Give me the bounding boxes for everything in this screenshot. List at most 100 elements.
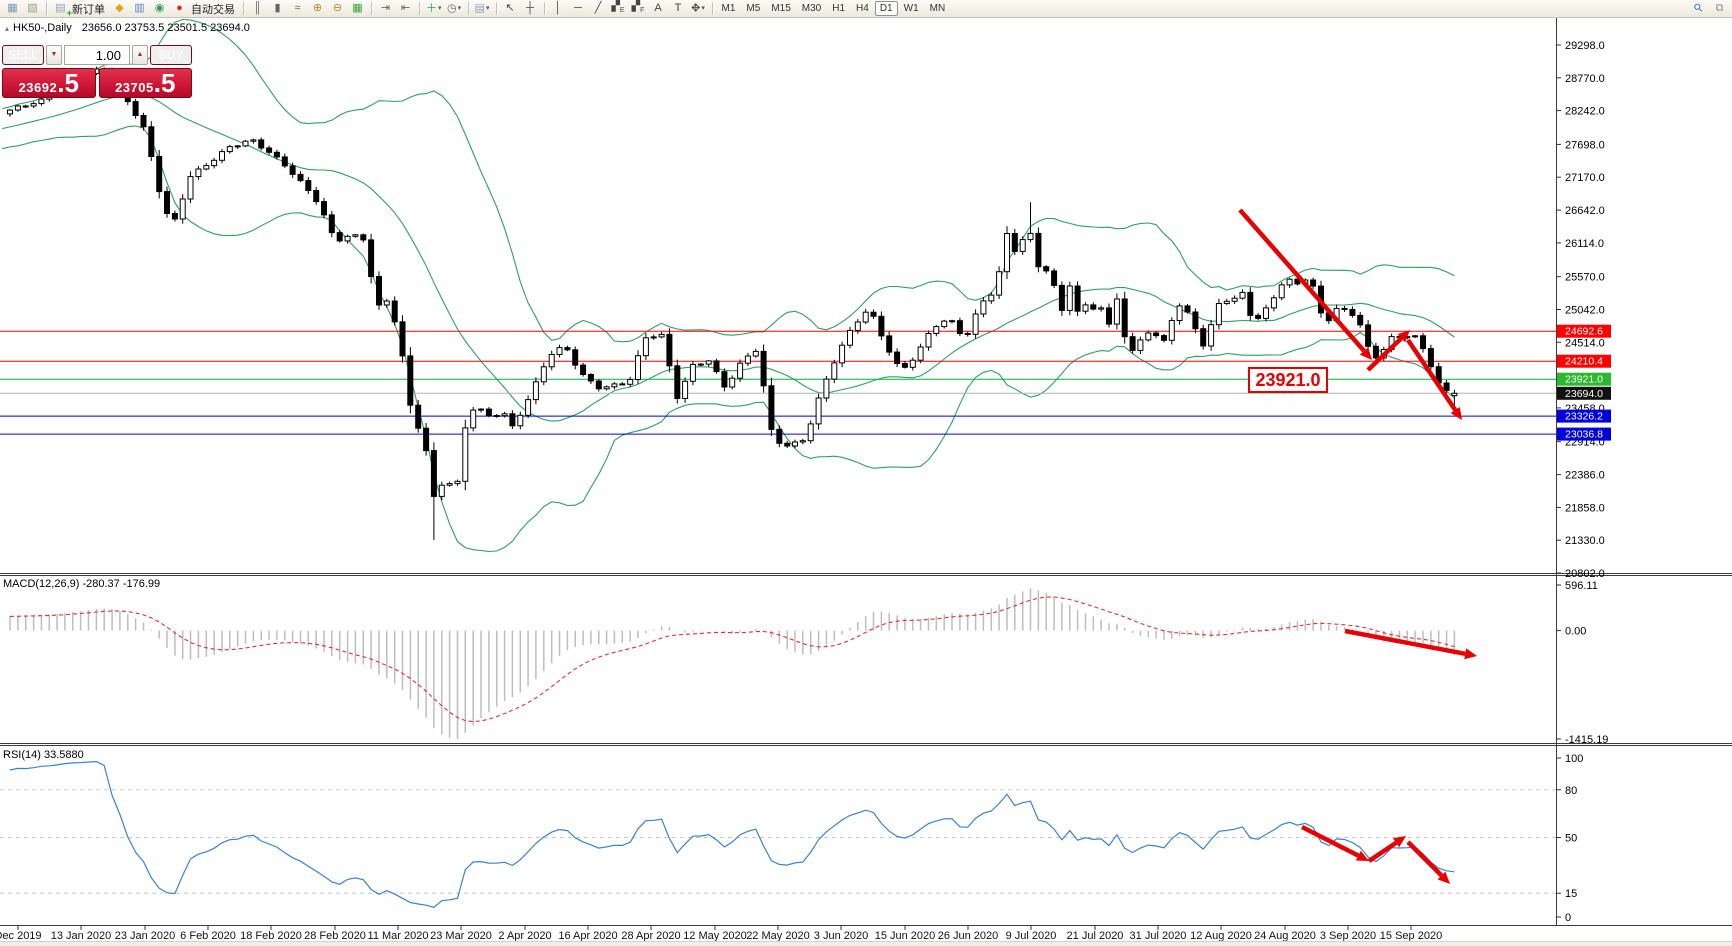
timeframe-button-h1[interactable]: H1 (827, 1, 850, 16)
buy-price-main: 23705 (115, 80, 154, 95)
cursor-icon[interactable]: ↖ (501, 1, 520, 16)
timeframe-button-mn[interactable]: MN (925, 1, 951, 16)
bar-chart-icon[interactable]: ║ (248, 1, 267, 16)
vertical-line-icon[interactable]: │ (549, 1, 568, 16)
svg-text:100: 100 (1565, 753, 1583, 765)
candles (7, 66, 1458, 540)
indicators-add-icon[interactable]: ＋▾ (424, 1, 444, 16)
autotrading-icon[interactable]: ● (170, 1, 189, 16)
price-tag-23921.0: 23921.0 (1557, 372, 1611, 386)
macd-signal-line (9, 596, 1455, 723)
fibonacci-icon[interactable]: ▞F (629, 0, 648, 18)
text-label-icon[interactable]: T (669, 1, 688, 16)
buy-price-pips: .5 (153, 68, 176, 98)
volume-up-button[interactable]: ▲ (132, 45, 148, 65)
timeframe-button-h4[interactable]: H4 (851, 1, 874, 16)
new-order-icon[interactable]: ▤ + (51, 1, 72, 18)
timeframe-button-m15[interactable]: M15 (766, 1, 795, 16)
navigator-icon[interactable]: ◉ (150, 1, 169, 16)
buy-button[interactable]: BUY (150, 45, 192, 65)
svg-text:31 Jul 2020: 31 Jul 2020 (1130, 930, 1187, 942)
date-axis[interactable]: Dec 2019 13 Jan 202023 Jan 2020 6 Feb 2020… (0, 926, 1442, 942)
one-click-trading-panel: SELL ▼ ▲ BUY 23692.5 23705.5 (2, 45, 192, 98)
auto-scroll-icon[interactable]: ⇥ (376, 1, 395, 16)
support-level-callout[interactable]: 23921.0 (1248, 367, 1328, 393)
timeframe-button-d1[interactable]: D1 (874, 1, 898, 16)
periods-icon[interactable]: ◷▾ (445, 1, 464, 16)
svg-text:23 Mar 2020: 23 Mar 2020 (430, 930, 492, 942)
trend-arrows-rsi[interactable] (1300, 824, 1450, 884)
svg-text:22 May 2020: 22 May 2020 (746, 930, 810, 942)
svg-text:596.11: 596.11 (1565, 580, 1598, 592)
equidistant-channel-icon[interactable]: ▞E (609, 0, 628, 18)
svg-text:16 Apr 2020: 16 Apr 2020 (558, 930, 617, 942)
chart-canvas[interactable]: 29298.0 28770.0 28242.0 27698.0 27170.0 26642… (0, 0, 1732, 946)
volume-down-button[interactable]: ▼ (46, 45, 62, 65)
zoom-out-icon[interactable]: ⊖ (328, 1, 347, 16)
svg-text:24 Aug 2020: 24 Aug 2020 (1254, 930, 1316, 942)
svg-text:9 Jul 2020: 9 Jul 2020 (1006, 930, 1057, 942)
sell-price-display[interactable]: 23692.5 (2, 68, 96, 98)
timeframe-button-m1[interactable]: M1 (717, 1, 741, 16)
timeframe-button-m30[interactable]: M30 (797, 1, 826, 16)
line-chart-icon[interactable]: ≈ (288, 1, 307, 16)
tile-windows-icon[interactable]: ▦ (348, 1, 367, 16)
autotrading-icon-label[interactable]: 自动交易 (191, 1, 235, 17)
toolbar-separator (543, 2, 545, 15)
toolbar-separator (419, 2, 420, 15)
chart-marker-icon: ▴ (5, 24, 10, 33)
macd-indicator-label: MACD(12,26,9) -280.37 -176.99 (3, 578, 161, 590)
chart-shift-icon[interactable]: ⇤ (396, 1, 415, 16)
buy-price-display[interactable]: 23705.5 (98, 68, 192, 98)
svg-text:21858.0: 21858.0 (1565, 502, 1605, 514)
quotes-icon[interactable]: ◆ (110, 1, 129, 16)
bollinger-upper-band (2, 18, 1455, 343)
toolbar-separator (467, 2, 469, 15)
svg-text:27698.0: 27698.0 (1565, 139, 1605, 151)
timeframe-button-w1[interactable]: W1 (899, 1, 924, 16)
text-icon[interactable]: A (649, 1, 668, 16)
svg-text:0: 0 (1565, 912, 1571, 924)
trendline-icon[interactable]: ╱ (589, 1, 608, 16)
symbol-period-label: HK50-,Daily (13, 22, 72, 34)
svg-text:23921.0: 23921.0 (1565, 374, 1603, 386)
sell-button[interactable]: SELL (2, 45, 44, 65)
timeframe-button-m5[interactable]: M5 (741, 1, 765, 16)
volume-input[interactable] (64, 45, 130, 65)
search-icon[interactable]: ⚲ (1690, 1, 1709, 16)
price-tag-23036.8: 23036.8 (1557, 427, 1611, 441)
bollinger-middle-band (2, 94, 1455, 422)
svg-text:18 Feb 2020: 18 Feb 2020 (240, 930, 302, 942)
svg-text:80: 80 (1565, 785, 1577, 797)
macd-pane (9, 588, 1456, 739)
rsi-indicator-label: RSI(14) 33.5880 (3, 749, 84, 761)
svg-text:26114.0: 26114.0 (1565, 238, 1604, 250)
trend-arrow-macd[interactable] (1344, 628, 1477, 660)
svg-text:29298.0: 29298.0 (1565, 40, 1605, 52)
svg-text:24210.4: 24210.4 (1565, 356, 1603, 368)
chat-icon[interactable]: ⧉ (1710, 1, 1729, 16)
templates-icon[interactable]: ▤▾ (473, 1, 492, 16)
svg-text:27170.0: 27170.0 (1565, 172, 1605, 184)
chart-window-icon[interactable]: ▦ (3, 1, 22, 16)
svg-text:12 May 2020: 12 May 2020 (683, 930, 747, 942)
arrows-icon[interactable]: ✥▾ (689, 1, 708, 16)
pane-separators[interactable] (0, 17, 1732, 926)
chart-title: ▴ HK50-,Daily 23656.0 23753.5 23501.5 2369… (5, 22, 250, 34)
indicator-list-icon[interactable]: ▧ (23, 1, 42, 16)
new-order-icon-label[interactable]: 新订单 (72, 1, 105, 17)
svg-text:23326.2: 23326.2 (1565, 411, 1603, 423)
candlestick-chart-icon[interactable]: ▮ (268, 1, 287, 16)
price-axis: 29298.0 28770.0 28242.0 27698.0 27170.0 26642… (1556, 40, 1605, 580)
market-watch-icon[interactable]: ▥ (130, 1, 149, 16)
svg-text:28770.0: 28770.0 (1565, 73, 1605, 85)
toolbar-separator (711, 2, 713, 15)
svg-text:28 Apr 2020: 28 Apr 2020 (621, 930, 680, 942)
horizontal-line-icon[interactable]: ─ (569, 1, 588, 16)
zoom-in-icon[interactable]: ⊕ (308, 1, 327, 16)
price-tag-24692.6: 24692.6 (1557, 324, 1611, 338)
main-toolbar: ▦ ▧ ▤ + 新订单 ◆ ▥ ◉ ● 自动交易 ║ ▮ ≈ ⊕ ⊖ ▦ ⇥ ⇤ ＋▾ ◷▾ ▤▾ ↖ ┼ │ ─ ╱ ▞E ▞F A T… (0, 0, 1732, 18)
macd-axis: 596.11 0.00 -1415.19 (1556, 580, 1608, 746)
svg-text:26 Jun 2020: 26 Jun 2020 (938, 930, 999, 942)
crosshair-icon[interactable]: ┼ (521, 1, 540, 16)
